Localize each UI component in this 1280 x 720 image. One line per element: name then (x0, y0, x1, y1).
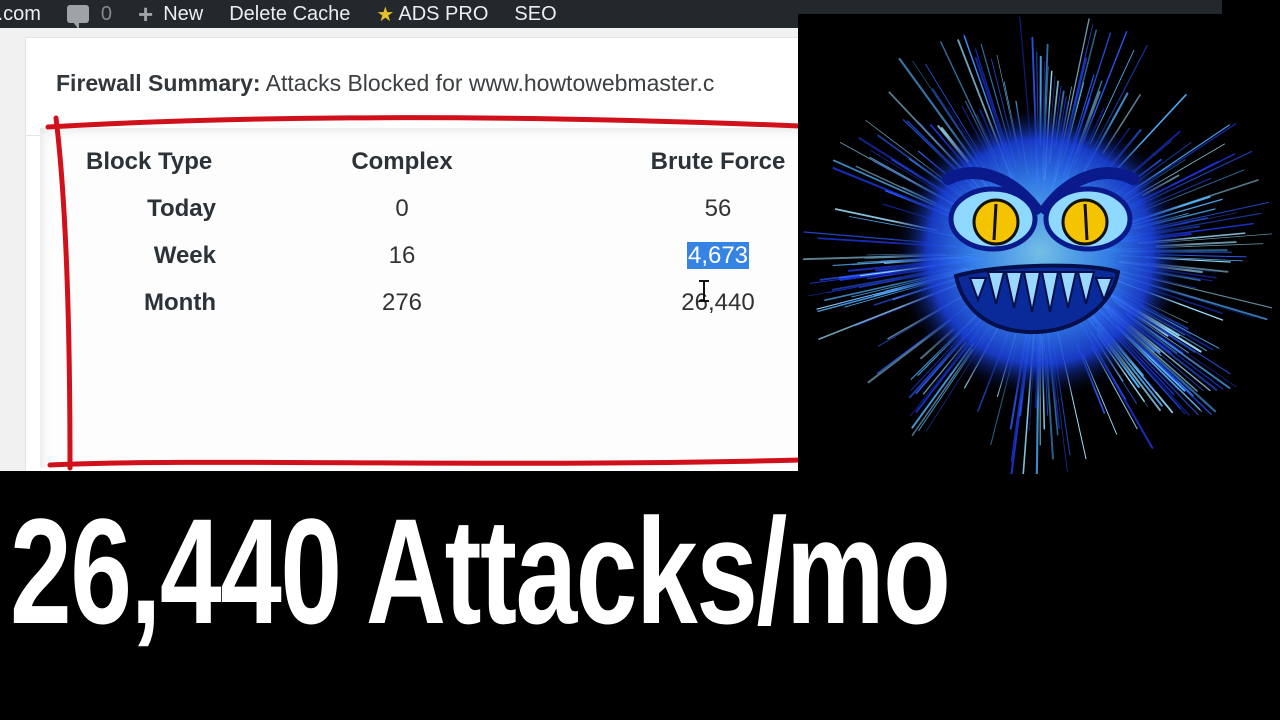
attacks-blocked-table: Block Type Complex Brute Force Today 0 5… (60, 138, 848, 326)
selected-text[interactable]: 4,673 (686, 241, 750, 269)
plus-icon: + (138, 0, 154, 28)
row-label: Month (144, 288, 216, 316)
complex-value: 0 (395, 194, 409, 222)
star-icon: ★ (376, 3, 395, 26)
seo-link[interactable]: SEO (514, 3, 556, 26)
row-label: Today (147, 194, 216, 222)
row-label: Week (153, 241, 216, 269)
table-header-row: Block Type Complex Brute Force (60, 138, 848, 185)
comment-bubble-icon (66, 5, 89, 28)
header-block-type: Block Type (86, 147, 213, 175)
right-pupil (1083, 203, 1089, 241)
blue-monster-illustration (798, 14, 1280, 474)
panel-title-text: Attacks Blocked for www.howtowebmaster.c (265, 70, 715, 96)
left-pupil (992, 203, 998, 241)
table-row: Today 0 56 (60, 185, 848, 232)
panel-title: Firewall Summary: Attacks Blocked for ww… (56, 70, 714, 97)
complex-value: 276 (381, 288, 423, 316)
header-complex: Complex (351, 147, 453, 175)
comments-count: 0 (100, 2, 113, 25)
new-content-link[interactable]: + New (138, 1, 203, 27)
site-name-link[interactable]: r.com (0, 3, 41, 26)
comments-link[interactable]: 0 (66, 2, 113, 28)
headline-caption: 26,440 Attacks/mo (10, 487, 951, 655)
complex-value: 16 (388, 241, 416, 269)
table-row: Month 276 26,440 (60, 279, 848, 326)
ads-pro-link[interactable]: ★ ADS PRO (376, 2, 488, 27)
table-row: Week 16 4,673 (60, 232, 848, 279)
text-cursor-icon (699, 280, 709, 302)
panel-title-bold: Firewall Summary: (56, 70, 261, 96)
delete-cache-link[interactable]: Delete Cache (229, 3, 350, 26)
new-label: New (163, 2, 204, 25)
ads-pro-label: ADS PRO (398, 2, 489, 25)
fur-body (890, 102, 1190, 402)
